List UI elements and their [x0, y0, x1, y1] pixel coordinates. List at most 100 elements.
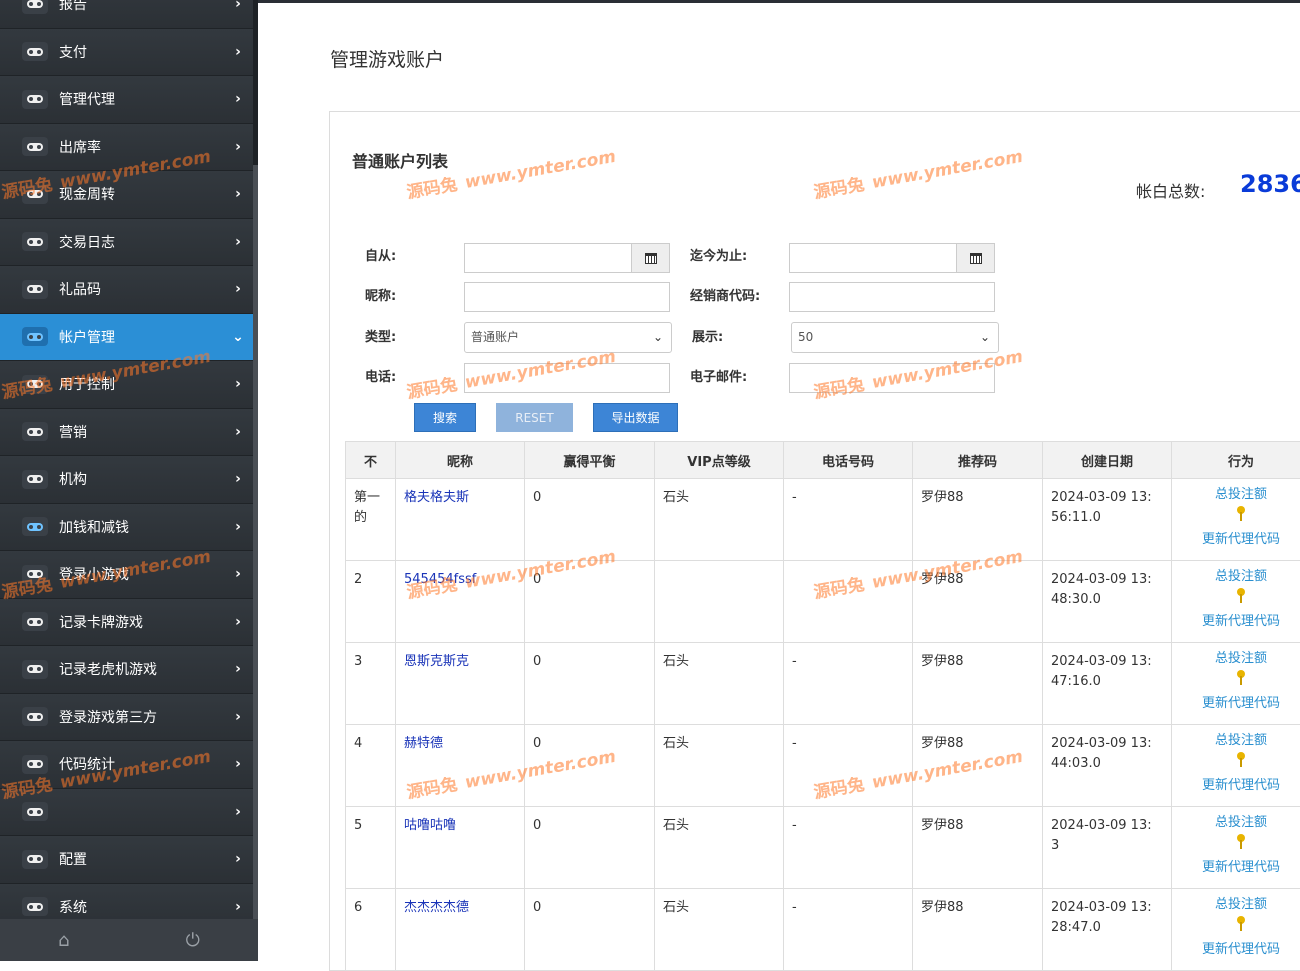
table-cell: [655, 561, 784, 643]
update-agent-code-link[interactable]: 更新代理代码: [1180, 695, 1300, 713]
sidebar-item[interactable]: 登录游戏第三方›: [0, 694, 253, 742]
sidebar-item[interactable]: 用于控制›: [0, 361, 253, 409]
nickname-input[interactable]: [464, 282, 670, 312]
chevron-right-icon: ›: [223, 0, 253, 12]
phone-input[interactable]: [464, 363, 670, 393]
phone-cell: -: [792, 736, 797, 751]
reset-button[interactable]: RESET: [496, 403, 573, 432]
update-agent-code-link[interactable]: 更新代理代码: [1180, 941, 1300, 959]
balance-cell: 0: [533, 490, 541, 505]
page-size-select[interactable]: 50 ⌄: [791, 322, 999, 353]
update-agent-code-link[interactable]: 更新代理代码: [1180, 859, 1300, 877]
key-icon[interactable]: [1237, 670, 1245, 686]
table-cell: 罗伊88: [913, 479, 1043, 561]
total-bet-link[interactable]: 总投注额: [1180, 486, 1300, 504]
key-icon[interactable]: [1237, 506, 1245, 522]
sidebar-item[interactable]: 配置›: [0, 836, 253, 884]
power-icon[interactable]: ⏻: [186, 930, 200, 951]
nickname-link[interactable]: 恩斯克斯克: [404, 654, 469, 669]
sidebar-item[interactable]: 记录老虎机游戏›: [0, 646, 253, 694]
gamepad-shape: [27, 95, 43, 103]
from-date-input[interactable]: [464, 243, 632, 273]
sidebar-item-label: 礼品码: [59, 279, 223, 299]
gamepad-shape: [27, 285, 43, 293]
nickname-label: 昵称:: [365, 285, 396, 304]
export-button[interactable]: 导出数据: [593, 403, 678, 432]
sidebar-scroll-thumb[interactable]: [253, 0, 258, 165]
nickname-link[interactable]: 545454fssf: [404, 572, 476, 587]
table-cell: 石头: [655, 643, 784, 725]
gamepad-shape: [27, 903, 43, 911]
dealer-code-input[interactable]: [789, 282, 995, 312]
gamepad-shape: [27, 48, 43, 56]
key-icon[interactable]: [1237, 588, 1245, 604]
table-cell: -: [784, 889, 913, 971]
balance-cell: 0: [533, 736, 541, 751]
vip-level-cell: 石头: [663, 654, 689, 669]
home-icon[interactable]: ⌂: [58, 930, 69, 951]
sidebar-scrollbar[interactable]: [253, 0, 258, 961]
table-row: 第一的格夫格夫斯0石头-罗伊882024-03-09 13:56:11.0总投注…: [346, 479, 1300, 561]
update-agent-code-link[interactable]: 更新代理代码: [1180, 531, 1300, 549]
table-cell: 罗伊88: [913, 561, 1043, 643]
sidebar-item-label: 帐户管理: [59, 327, 223, 347]
total-bet-link[interactable]: 总投注额: [1180, 814, 1300, 832]
nickname-link[interactable]: 杰杰杰杰德: [404, 900, 469, 915]
sidebar-item[interactable]: 出席率›: [0, 124, 253, 172]
referral-code-cell: 罗伊88: [921, 736, 964, 751]
sidebar-item[interactable]: 交易日志›: [0, 219, 253, 267]
key-icon[interactable]: [1237, 834, 1245, 850]
column-header: 推荐码: [913, 442, 1043, 479]
gamepad-icon: [22, 850, 48, 869]
sidebar-item[interactable]: 现金周转›: [0, 171, 253, 219]
total-bet-link[interactable]: 总投注额: [1180, 568, 1300, 586]
column-header: 行为: [1172, 442, 1300, 479]
sidebar-item[interactable]: 帐户管理⌄: [0, 314, 253, 362]
from-calendar-button[interactable]: [631, 243, 670, 273]
sidebar-item[interactable]: 管理代理›: [0, 76, 253, 124]
chevron-right-icon: ›: [223, 376, 253, 392]
balance-cell: 0: [533, 572, 541, 587]
key-icon[interactable]: [1237, 752, 1245, 768]
sidebar-item[interactable]: 登录小游戏›: [0, 551, 253, 599]
chevron-right-icon: ›: [223, 139, 253, 155]
table-cell: 杰杰杰杰德: [396, 889, 525, 971]
sidebar-item[interactable]: 加钱和减钱›: [0, 504, 253, 552]
update-agent-code-link[interactable]: 更新代理代码: [1180, 613, 1300, 631]
table-cell: 2024-03-09 13:56:11.0: [1043, 479, 1172, 561]
to-calendar-button[interactable]: [956, 243, 995, 273]
table-cell: 石头: [655, 807, 784, 889]
key-icon[interactable]: [1237, 916, 1245, 932]
vip-level-cell: 石头: [663, 818, 689, 833]
table-cell: [784, 561, 913, 643]
chevron-down-icon: ⌄: [223, 329, 253, 345]
total-bet-link[interactable]: 总投注额: [1180, 896, 1300, 914]
nickname-link[interactable]: 赫特德: [404, 736, 443, 751]
sidebar-item[interactable]: 代码统计›: [0, 741, 253, 789]
sidebar-item[interactable]: 报告›: [0, 0, 253, 29]
phone-cell: -: [792, 654, 797, 669]
chevron-right-icon: ›: [223, 519, 253, 535]
search-button[interactable]: 搜索: [414, 403, 476, 432]
update-agent-code-link[interactable]: 更新代理代码: [1180, 777, 1300, 795]
type-select[interactable]: 普通账户 ⌄: [464, 322, 672, 353]
table-cell: 2024-03-09 13:44:03.0: [1043, 725, 1172, 807]
nickname-link[interactable]: 格夫格夫斯: [404, 490, 469, 505]
table-row: 2545454fssf0罗伊882024-03-09 13:48:30.0总投注…: [346, 561, 1300, 643]
total-bet-link[interactable]: 总投注额: [1180, 732, 1300, 750]
sidebar-item[interactable]: 记录卡牌游戏›: [0, 599, 253, 647]
created-date-cell: 2024-03-09 13:48:30.0: [1051, 570, 1163, 610]
sidebar-item[interactable]: 礼品码›: [0, 266, 253, 314]
to-date-input[interactable]: [789, 243, 957, 273]
sidebar-item[interactable]: 营销›: [0, 409, 253, 457]
email-input[interactable]: [789, 363, 995, 393]
total-bet-link[interactable]: 总投注额: [1180, 650, 1300, 668]
sidebar-item-label: 记录卡牌游戏: [59, 612, 223, 632]
nickname-link[interactable]: 咕噜咕噜: [404, 818, 456, 833]
chevron-right-icon: ›: [223, 614, 253, 630]
sidebar-item[interactable]: 机构›: [0, 456, 253, 504]
vip-level-cell: 石头: [663, 490, 689, 505]
sidebar-item[interactable]: 支付›: [0, 29, 253, 77]
sidebar-item[interactable]: ›: [0, 789, 253, 837]
table-cell: 2024-03-09 13:47:16.0: [1043, 643, 1172, 725]
